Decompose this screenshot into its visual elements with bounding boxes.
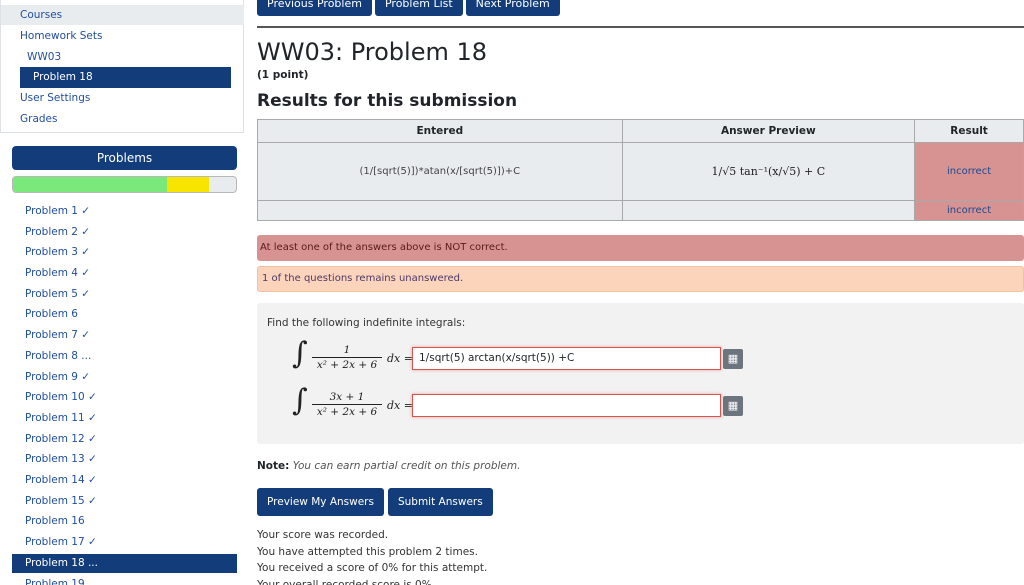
- fraction-denominator: x² + 2x + 6: [316, 359, 378, 371]
- table-row: (1/[sqrt(5)])*atan(x/[sqrt(5)])+C 1/√5 t…: [257, 142, 1024, 201]
- result-cell: incorrect: [914, 200, 1024, 221]
- problem-prompt: Find the following indefinite integrals:: [267, 317, 466, 329]
- problem-list-item[interactable]: Problem 11 ✓: [0, 408, 244, 429]
- next-problem-button[interactable]: Next Problem: [465, 0, 560, 16]
- problem-list-item[interactable]: Problem 8 ...: [0, 346, 244, 367]
- problem-list-button[interactable]: Problem List: [374, 0, 463, 16]
- problem-list-item[interactable]: Problem 1 ✓: [0, 201, 244, 222]
- problem-list-item[interactable]: Problem 4 ✓: [0, 263, 244, 284]
- submit-actions: Preview My Answers Submit Answers: [257, 488, 493, 516]
- entered-cell: (1/[sqrt(5)])*atan(x/[sqrt(5)])+C: [257, 142, 623, 201]
- page-title: WW03: Problem 18: [257, 38, 488, 66]
- fraction-numerator: 1: [343, 344, 351, 356]
- problem-points: (1 point): [257, 69, 309, 81]
- submit-answers-button[interactable]: Submit Answers: [387, 488, 493, 516]
- preview-answers-button[interactable]: Preview My Answers: [257, 488, 384, 516]
- answer-2-input[interactable]: [412, 394, 721, 417]
- results-heading: Results for this submission: [257, 91, 518, 111]
- problem-list-item[interactable]: Problem 3 ✓: [0, 242, 244, 263]
- problem-list-item[interactable]: Problem 16: [0, 511, 244, 532]
- result-header: Result: [914, 119, 1024, 143]
- math-keyboard-icon[interactable]: ▦: [723, 396, 743, 416]
- problem-list-item[interactable]: Problem 17 ✓: [0, 532, 244, 553]
- incorrect-alert: At least one of the answers above is NOT…: [257, 235, 1024, 261]
- problem-list-item[interactable]: Problem 10 ✓: [0, 387, 244, 408]
- sidebar: Courses Homework Sets WW03 Problem 18 Us…: [0, 0, 244, 585]
- problem-list-item[interactable]: Problem 15 ✓: [0, 491, 244, 512]
- differential-label: dx =: [387, 399, 413, 412]
- note-label: Note:: [257, 460, 290, 472]
- divider: [257, 26, 1024, 28]
- progress-correct-segment: [13, 177, 167, 192]
- integral-sign: ∫: [292, 336, 308, 371]
- previous-problem-button[interactable]: Previous Problem: [257, 0, 372, 16]
- note-text: You can earn partial credit on this prob…: [292, 460, 521, 472]
- partial-credit-note: Note: You can earn partial credit on thi…: [257, 460, 520, 472]
- integrand-fraction: 3x + 1 x² + 2x + 6: [312, 391, 382, 418]
- problem-list: Problem 1 ✓ Problem 2 ✓ Problem 3 ✓ Problem…: [0, 201, 244, 585]
- attempt-score-text: You received a score of 0% for this atte…: [257, 562, 488, 574]
- problem-list-item[interactable]: Problem 19: [0, 574, 244, 585]
- fraction-denominator: x² + 2x + 6: [316, 406, 378, 418]
- attempts-text: You have attempted this problem 2 times.: [257, 545, 478, 558]
- score-recorded-text: Your score was recorded.: [257, 529, 389, 541]
- differential-label: dx =: [387, 352, 413, 365]
- nav-current-problem-link[interactable]: Problem 18: [20, 67, 231, 88]
- answer-preview-header: Answer Preview: [621, 119, 916, 143]
- unanswered-alert: 1 of the questions remains unanswered.: [257, 266, 1024, 292]
- math-keyboard-icon[interactable]: ▦: [723, 349, 743, 369]
- problem-list-item[interactable]: Problem 12 ✓: [0, 429, 244, 450]
- fraction-numerator: 3x + 1: [329, 391, 365, 403]
- nav-set-link[interactable]: WW03: [27, 51, 61, 63]
- set-progress-bar: [12, 176, 237, 193]
- nav-grades-link[interactable]: Grades: [20, 113, 57, 125]
- problem-list-item[interactable]: Problem 5 ✓: [0, 284, 244, 305]
- entered-header: Entered: [257, 119, 623, 143]
- nav-user-settings-link[interactable]: User Settings: [20, 92, 90, 104]
- result-cell: incorrect: [914, 142, 1024, 201]
- main-menu: Courses Homework Sets WW03 Problem 18 Us…: [0, 0, 244, 133]
- overall-score-text: Your overall recorded score is 0%.: [257, 578, 436, 585]
- problem-list-item[interactable]: Problem 7 ✓: [0, 325, 244, 346]
- integrand-fraction: 1 x² + 2x + 6: [312, 344, 382, 371]
- problem-list-item[interactable]: Problem 6: [0, 304, 244, 325]
- answer-preview-cell: [621, 200, 916, 221]
- answer-preview-math: 1/√5 tan⁻¹(x/√5) + C: [711, 165, 826, 178]
- nav-courses-link[interactable]: Courses: [1, 5, 244, 25]
- problem-list-item[interactable]: Problem 2 ✓: [0, 222, 244, 243]
- table-row: incorrect: [257, 200, 1024, 221]
- problem-list-item[interactable]: Problem 14 ✓: [0, 470, 244, 491]
- score-summary: Your score was recorded. You have attemp…: [257, 527, 487, 585]
- progress-partial-segment: [166, 177, 210, 192]
- main-content: Previous Problem Problem List Next Probl…: [257, 0, 1024, 585]
- nav-homework-sets-link[interactable]: Homework Sets: [20, 30, 102, 42]
- problem-list-item[interactable]: Problem 9 ✓: [0, 367, 244, 388]
- problem-list-item[interactable]: Problem 18 ...: [12, 553, 237, 573]
- entered-cell: [257, 200, 623, 221]
- answer-preview-cell: 1/√5 tan⁻¹(x/√5) + C: [621, 142, 916, 201]
- integral-sign: ∫: [292, 383, 308, 418]
- results-table: Entered Answer Preview Result (1/[sqrt(5…: [257, 119, 1024, 221]
- answer-1-input[interactable]: 1/sqrt(5) arctan(x/sqrt(5)) +C: [412, 347, 721, 370]
- problem-nav-bar: Previous Problem Problem List Next Probl…: [257, 0, 560, 16]
- problems-panel-header: Problems: [12, 146, 237, 170]
- problem-body: Find the following indefinite integrals:…: [257, 303, 1024, 444]
- problem-list-item[interactable]: Problem 13 ✓: [0, 449, 244, 470]
